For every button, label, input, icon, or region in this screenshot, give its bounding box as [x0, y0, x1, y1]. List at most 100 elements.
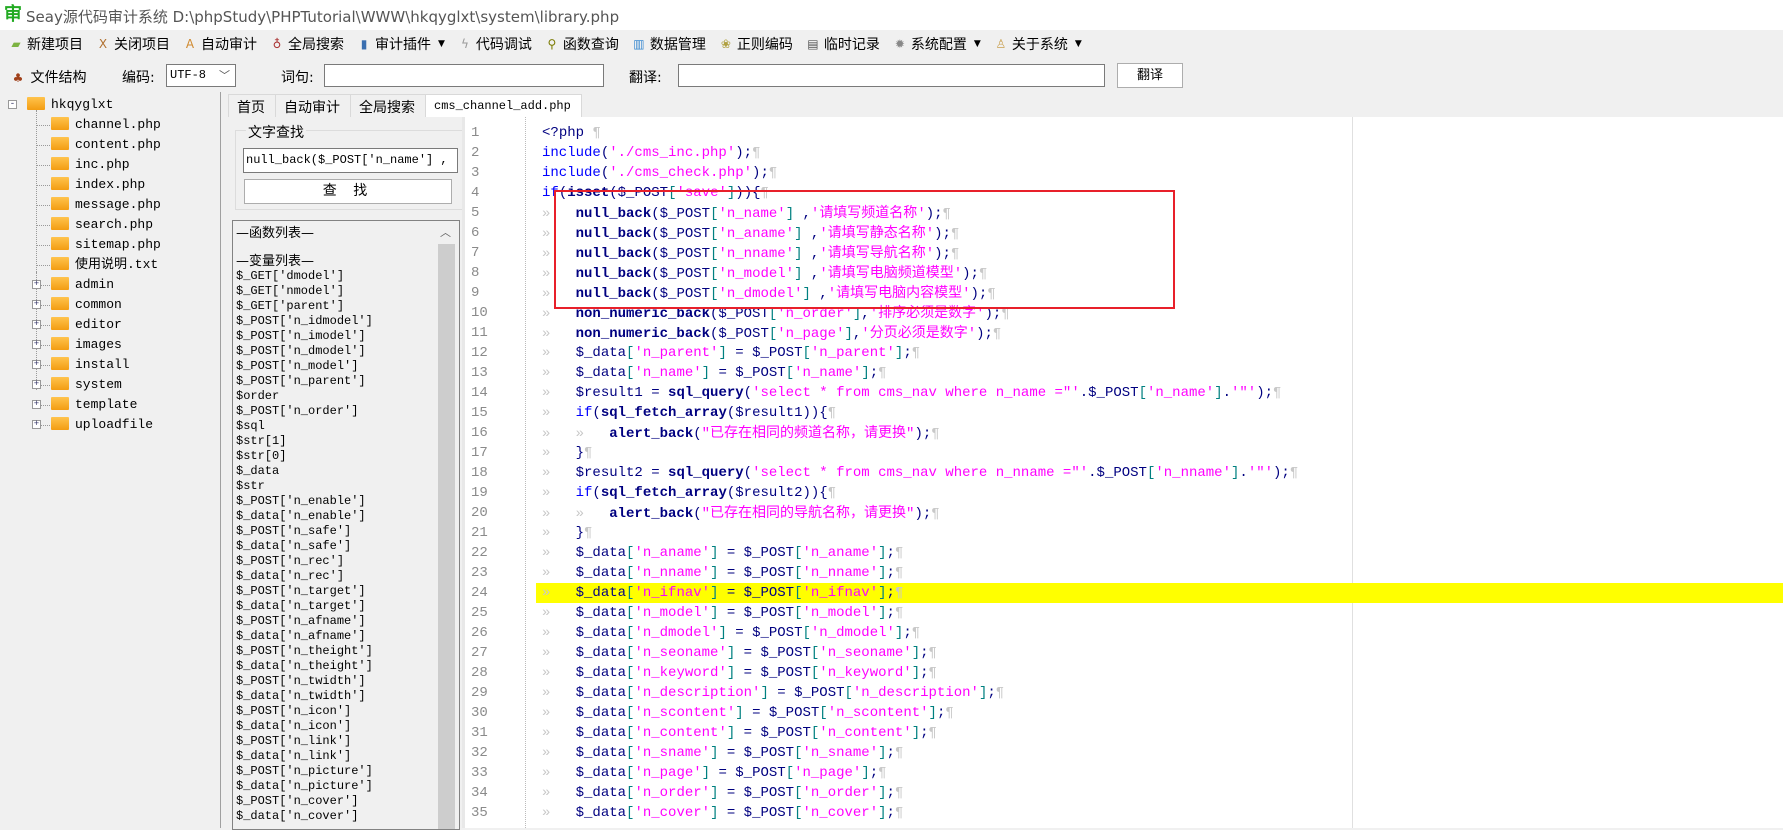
code-line[interactable]: » $_data['n_sname'] = $_POST['n_sname'];… [542, 743, 1783, 763]
scroll-up-icon[interactable]: ︿ [440, 224, 451, 240]
variable-item[interactable]: $_data['n_rec'] [236, 569, 344, 584]
toolbar-button-9[interactable]: ▤ 临时记录 [805, 34, 880, 54]
tree-file[interactable]: sitemap.php [51, 235, 161, 255]
toolbar-button-4[interactable]: ▮ 审计插件 ▼ [356, 34, 445, 54]
variable-item[interactable]: $_data['n_theight'] [236, 659, 373, 674]
variable-item[interactable]: $_data['n_enable'] [236, 509, 366, 524]
collapse-icon[interactable]: - [8, 100, 17, 109]
expand-icon[interactable]: + [32, 280, 41, 289]
tree-file[interactable]: inc.php [51, 155, 130, 175]
tree-file[interactable]: channel.php [51, 115, 161, 135]
tree-file[interactable]: search.php [51, 215, 153, 235]
code-line[interactable]: » $_data['n_scontent'] = $_POST['n_scont… [542, 703, 1783, 723]
caret-down-icon[interactable]: ▼ [974, 39, 981, 49]
expand-icon[interactable]: + [32, 320, 41, 329]
tree-folder[interactable]: template [51, 395, 137, 415]
toolbar-button-10[interactable]: ✹ 系统配置 ▼ [892, 34, 981, 54]
translate-button[interactable]: 翻译 [1117, 63, 1183, 88]
toolbar-button-8[interactable]: ❀ 正则编码 [718, 34, 793, 54]
tree-folder[interactable]: admin [51, 275, 114, 295]
variable-item[interactable]: $_data['n_safe'] [236, 539, 351, 554]
variable-item[interactable]: $_POST['n_idmodel'] [236, 314, 373, 329]
code-line[interactable]: » if(sql_fetch_array($result2)){¶ [542, 483, 1783, 503]
variable-item[interactable]: $_POST['n_dmodel'] [236, 344, 366, 359]
variable-item[interactable]: $_POST['n_link'] [236, 734, 351, 749]
code-line[interactable]: » $_data['n_model'] = $_POST['n_model'];… [542, 603, 1783, 623]
code-line[interactable]: » if(sql_fetch_array($result1)){¶ [542, 403, 1783, 423]
variable-item[interactable]: $_POST['n_picture'] [236, 764, 373, 779]
variable-item[interactable]: $str[1] [236, 434, 286, 449]
variable-item[interactable]: $_data['n_picture'] [236, 779, 373, 794]
variable-item[interactable]: $_data['n_twidth'] [236, 689, 366, 704]
variable-item[interactable]: $order [236, 389, 279, 404]
code-line[interactable]: » $_data['n_order'] = $_POST['n_order'];… [542, 783, 1783, 803]
variable-item[interactable]: $_GET['nmodel'] [236, 284, 344, 299]
code-line[interactable]: » $result1 = sql_query('select * from cm… [542, 383, 1783, 403]
tab-3[interactable]: cms_channel_add.php [425, 94, 582, 117]
code-line[interactable]: » $_data['n_name'] = $_POST['n_name'];¶ [542, 363, 1783, 383]
tree-file[interactable]: 使用说明.txt [51, 255, 158, 275]
code-line[interactable]: » $_data['n_ifnav'] = $_POST['n_ifnav'];… [536, 583, 1783, 603]
toolbar-button-0[interactable]: ▰ 新建项目 [8, 34, 83, 54]
text-search-input[interactable]: null_back($_POST['n_name'] , [243, 148, 458, 173]
code-line[interactable]: » $_data['n_description'] = $_POST['n_de… [542, 683, 1783, 703]
tab-2[interactable]: 全局搜索 [350, 94, 426, 117]
tree-folder[interactable]: system [51, 375, 122, 395]
code-line[interactable]: <?php ¶ [542, 123, 1783, 143]
variable-item[interactable]: $_POST['n_twidth'] [236, 674, 366, 689]
toolbar-button-11[interactable]: ♙ 关于系统 ▼ [993, 34, 1082, 54]
tree-folder[interactable]: editor [51, 315, 122, 335]
toolbar-button-2[interactable]: A 自动审计 [182, 34, 257, 54]
tab-0[interactable]: 首页 [228, 94, 276, 117]
variable-item[interactable]: $_data['n_target'] [236, 599, 366, 614]
variable-item[interactable]: $_data['n_afname'] [236, 629, 366, 644]
variable-item[interactable]: $str [236, 479, 265, 494]
code-line[interactable]: include('./cms_check.php');¶ [542, 163, 1783, 183]
variable-item[interactable]: $_POST['n_imodel'] [236, 329, 366, 344]
variable-item[interactable]: $str[0] [236, 449, 286, 464]
expand-icon[interactable]: + [32, 380, 41, 389]
variable-item[interactable]: $_POST['n_rec'] [236, 554, 344, 569]
find-button[interactable]: 查 找 [244, 179, 452, 204]
variable-item[interactable]: $_POST['n_order'] [236, 404, 358, 419]
toolbar-button-6[interactable]: ⚲ 函数查询 [544, 34, 619, 54]
caret-down-icon[interactable]: ▼ [1075, 39, 1082, 49]
code-line[interactable]: » $result2 = sql_query('select * from cm… [542, 463, 1783, 483]
tree-root[interactable]: hkqyglxt [27, 95, 113, 115]
variable-item[interactable]: $_POST['n_cover'] [236, 794, 358, 809]
code-line[interactable]: » $_data['n_content'] = $_POST['n_conten… [542, 723, 1783, 743]
variable-item[interactable]: $_POST['n_afname'] [236, 614, 366, 629]
code-line[interactable]: » $_data['n_cover'] = $_POST['n_cover'];… [542, 803, 1783, 823]
toolbar-button-5[interactable]: ϟ 代码调试 [457, 34, 532, 54]
tree-folder[interactable]: images [51, 335, 122, 355]
variable-item[interactable]: $_POST['n_icon'] [236, 704, 351, 719]
expand-icon[interactable]: + [32, 340, 41, 349]
toolbar-button-3[interactable]: ♁ 全局搜索 [269, 34, 344, 54]
code-line[interactable]: » $_data['n_seoname'] = $_POST['n_seonam… [542, 643, 1783, 663]
code-line[interactable]: » $_data['n_aname'] = $_POST['n_aname'];… [542, 543, 1783, 563]
tab-1[interactable]: 自动审计 [275, 94, 351, 117]
code-line[interactable]: » $_data['n_parent'] = $_POST['n_parent'… [542, 343, 1783, 363]
toolbar-button-1[interactable]: X 关闭项目 [95, 34, 170, 54]
code-line[interactable]: » » alert_back("已存在相同的频道名称，请更换");¶ [542, 423, 1783, 443]
tree-file[interactable]: index.php [51, 175, 145, 195]
scrollbar-thumb[interactable] [438, 244, 455, 829]
code-line[interactable]: include('./cms_inc.php');¶ [542, 143, 1783, 163]
variable-item[interactable]: $_POST['n_safe'] [236, 524, 351, 539]
tree-folder[interactable]: common [51, 295, 122, 315]
translate-input[interactable] [678, 64, 1105, 87]
variable-item[interactable]: $_POST['n_enable'] [236, 494, 366, 509]
code-line[interactable]: » non_numeric_back($_POST['n_page'],'分页必… [542, 323, 1783, 343]
code-line[interactable]: » $_data['n_nname'] = $_POST['n_nname'];… [542, 563, 1783, 583]
code-line[interactable]: » }¶ [542, 523, 1783, 543]
variable-item[interactable]: $_POST['n_target'] [236, 584, 366, 599]
tree-file[interactable]: content.php [51, 135, 161, 155]
variable-item[interactable]: $_data['n_icon'] [236, 719, 351, 734]
variable-item[interactable]: $_data [236, 464, 279, 479]
caret-down-icon[interactable]: ▼ [438, 39, 445, 49]
variable-item[interactable]: $_data['n_link'] [236, 749, 351, 764]
file-structure-button[interactable]: ♣ 文件结构 [10, 67, 87, 87]
expand-icon[interactable]: + [32, 400, 41, 409]
variable-item[interactable]: $_data['n_cover'] [236, 809, 358, 824]
tree-file[interactable]: message.php [51, 195, 161, 215]
